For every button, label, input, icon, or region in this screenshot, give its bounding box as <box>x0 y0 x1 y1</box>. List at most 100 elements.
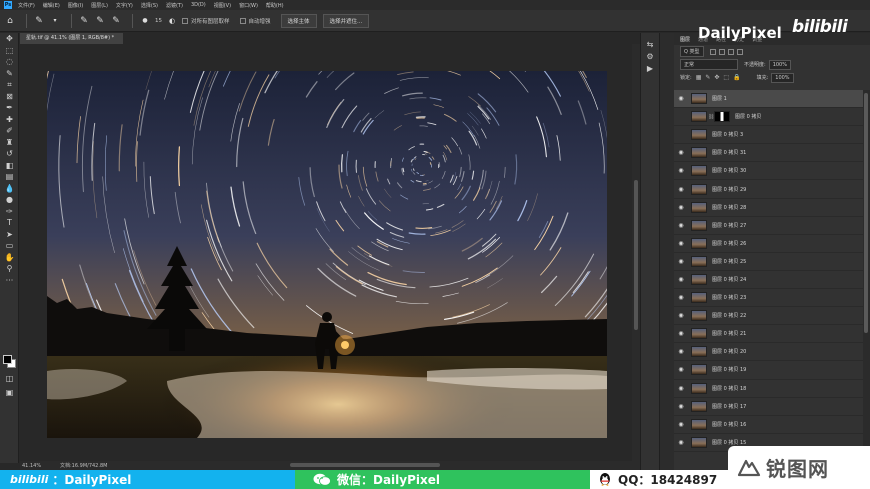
visibility-eye-icon[interactable]: ◉ <box>674 167 688 174</box>
move-tool-icon[interactable]: ✥ <box>0 33 19 45</box>
menu-item[interactable]: 选择(S) <box>141 2 158 9</box>
chevron-down-icon[interactable]: ▾ <box>49 15 61 27</box>
menu-item[interactable]: 3D(D) <box>191 2 206 9</box>
visibility-eye-icon[interactable]: ◉ <box>674 204 688 211</box>
type-filter-icon[interactable] <box>727 48 734 55</box>
visibility-eye-icon[interactable]: ◉ <box>674 95 688 102</box>
lock-all-icon[interactable]: 🔒 <box>733 74 740 81</box>
auto-enhance-checkbox[interactable] <box>239 17 246 24</box>
layer-filter-dropdown[interactable]: Q 类型 <box>680 46 704 57</box>
subtract-selection-icon[interactable]: ✎ <box>110 15 122 27</box>
screen-mode-icon[interactable]: ▣ <box>0 387 19 399</box>
layer-row[interactable]: ◉ 图层 0 拷贝 28 <box>674 199 863 217</box>
zoom-level[interactable]: 41.14% <box>22 463 60 469</box>
frame-tool-icon[interactable]: ⊠ <box>0 91 19 103</box>
zoom-tool-icon[interactable]: ⚲ <box>0 263 19 275</box>
menu-item[interactable]: 窗口(W) <box>239 2 258 9</box>
pixel-filter-icon[interactable] <box>709 48 716 55</box>
visibility-eye-icon[interactable]: ◉ <box>674 276 688 283</box>
brush-tool-icon[interactable]: ✐ <box>0 125 19 137</box>
tab-layers-panel[interactable]: 图层 <box>680 36 690 43</box>
sample-all-layers-checkbox[interactable] <box>182 17 188 24</box>
foreground-color-swatch[interactable] <box>3 355 12 364</box>
visibility-eye-icon[interactable]: ◉ <box>674 366 688 373</box>
hand-tool-icon[interactable]: ✋ <box>0 252 19 264</box>
menu-item[interactable]: 滤镜(T) <box>166 2 183 9</box>
eyedropper-tool-icon[interactable]: ✒ <box>0 102 19 114</box>
gradient-tool-icon[interactable]: ▤ <box>0 171 19 183</box>
visibility-eye-icon[interactable]: ◉ <box>674 385 688 392</box>
visibility-eye-icon[interactable]: ◉ <box>674 312 688 319</box>
layer-row[interactable]: ◉ 图层 0 拷贝 29 <box>674 180 863 199</box>
visibility-eye-icon[interactable]: ◉ <box>674 294 688 301</box>
layer-row[interactable]: ◉ 图层 0 拷贝 22 <box>674 307 863 326</box>
quick-mask-icon[interactable]: ◫ <box>0 373 19 385</box>
mask-link-icon[interactable]: ⛓ <box>708 114 714 120</box>
visibility-eye-icon[interactable]: ◉ <box>674 240 688 247</box>
layer-mask-thumbnail[interactable] <box>714 111 730 123</box>
properties-panel-icon[interactable]: ⚙ <box>641 51 659 63</box>
brush-size-picker[interactable]: ● <box>139 15 151 27</box>
quick-select-tool-icon[interactable]: ✎ <box>0 68 19 80</box>
lasso-tool-icon[interactable]: ◌ <box>0 56 19 68</box>
menu-item[interactable]: 文件(F) <box>18 2 35 9</box>
blur-tool-icon[interactable]: 💧 <box>0 183 19 195</box>
layer-row[interactable]: ◉ 图层 0 拷贝 20 <box>674 343 863 362</box>
layer-row[interactable]: ◉ 图层 0 拷贝 25 <box>674 253 863 271</box>
canvas-horizontal-scroll-thumb[interactable] <box>290 463 440 467</box>
marquee-tool-icon[interactable]: ⬚ <box>0 45 19 57</box>
star-trail-artwork[interactable] <box>47 71 607 438</box>
path-select-tool-icon[interactable]: ➤ <box>0 229 19 241</box>
visibility-eye-icon[interactable]: ◉ <box>674 222 688 229</box>
layer-row[interactable]: ⛓ 图层 0 拷贝 <box>674 108 863 127</box>
home-icon[interactable]: ⌂ <box>4 15 16 27</box>
visibility-eye-icon[interactable]: ◉ <box>674 258 688 265</box>
document-tab[interactable]: 星轨.tif @ 41.1% (图层 1, RGB/8#) * <box>20 33 123 44</box>
layer-row[interactable]: ◉ 图层 0 拷贝 26 <box>674 235 863 253</box>
crop-tool-icon[interactable]: ⌗ <box>0 79 19 91</box>
rectangle-tool-icon[interactable]: ▭ <box>0 240 19 252</box>
visibility-eye-icon[interactable]: ◉ <box>674 186 688 193</box>
layer-row[interactable]: ◉ 图层 0 拷贝 27 <box>674 217 863 235</box>
pen-tool-icon[interactable]: ✑ <box>0 206 19 218</box>
layer-row[interactable]: ◉ 图层 0 拷贝 23 <box>674 289 863 308</box>
lock-transparent-icon[interactable]: ▦ <box>696 74 702 81</box>
add-selection-icon[interactable]: ✎ <box>94 15 106 27</box>
actions-panel-icon[interactable]: ▶ <box>641 63 659 75</box>
clone-stamp-tool-icon[interactable]: ♜ <box>0 137 19 149</box>
blend-mode-dropdown[interactable]: 正常 <box>680 59 738 70</box>
layer-row[interactable]: ◉ 图层 0 拷贝 18 <box>674 380 863 398</box>
layer-row[interactable]: 图层 0 拷贝 3 <box>674 126 863 145</box>
opacity-field[interactable]: 100% <box>768 59 791 70</box>
layer-row[interactable]: ◉ 图层 0 拷贝 31 <box>674 144 863 163</box>
select-subject-button[interactable]: 选择主体 <box>280 13 317 28</box>
visibility-eye-icon[interactable]: ◉ <box>674 348 688 355</box>
layer-row[interactable]: ◉ 图层 1 <box>674 90 863 109</box>
layer-row[interactable]: ◉ 图层 0 拷贝 21 <box>674 325 863 344</box>
menu-item[interactable]: 编辑(E) <box>43 2 60 9</box>
lock-image-icon[interactable]: ✎ <box>705 74 710 81</box>
visibility-eye-icon[interactable]: ◉ <box>674 421 688 428</box>
layer-row[interactable]: ◉ 图层 0 拷贝 19 <box>674 361 863 380</box>
layer-row[interactable]: ◉ 图层 0 拷贝 17 <box>674 398 863 416</box>
menu-item[interactable]: 文字(Y) <box>116 2 133 9</box>
more-tools-icon[interactable]: ··· <box>0 275 19 287</box>
fill-field[interactable]: 100% <box>771 72 794 83</box>
type-tool-icon[interactable]: T <box>0 217 19 229</box>
select-and-mask-button[interactable]: 选择并遮住... <box>322 13 370 28</box>
lock-artboard-icon[interactable]: ⬚ <box>723 74 729 81</box>
history-panel-icon[interactable]: ⇆ <box>641 39 659 51</box>
new-selection-icon[interactable]: ✎ <box>78 15 90 27</box>
menu-item[interactable]: 帮助(H) <box>266 2 284 9</box>
menu-item[interactable]: 图层(L) <box>91 2 108 9</box>
adjustment-filter-icon[interactable] <box>718 48 725 55</box>
lock-position-icon[interactable]: ✥ <box>714 74 719 81</box>
canvas-vertical-scroll-thumb[interactable] <box>634 180 638 330</box>
visibility-eye-icon[interactable]: ◉ <box>674 439 688 446</box>
shape-filter-icon[interactable] <box>736 48 743 55</box>
layer-row[interactable]: ◉ 图层 0 拷贝 30 <box>674 162 863 181</box>
eraser-tool-icon[interactable]: ◧ <box>0 160 19 172</box>
visibility-eye-icon[interactable]: ◉ <box>674 149 688 156</box>
menu-item[interactable]: 视图(V) <box>214 2 231 9</box>
visibility-eye-icon[interactable]: ◉ <box>674 403 688 410</box>
